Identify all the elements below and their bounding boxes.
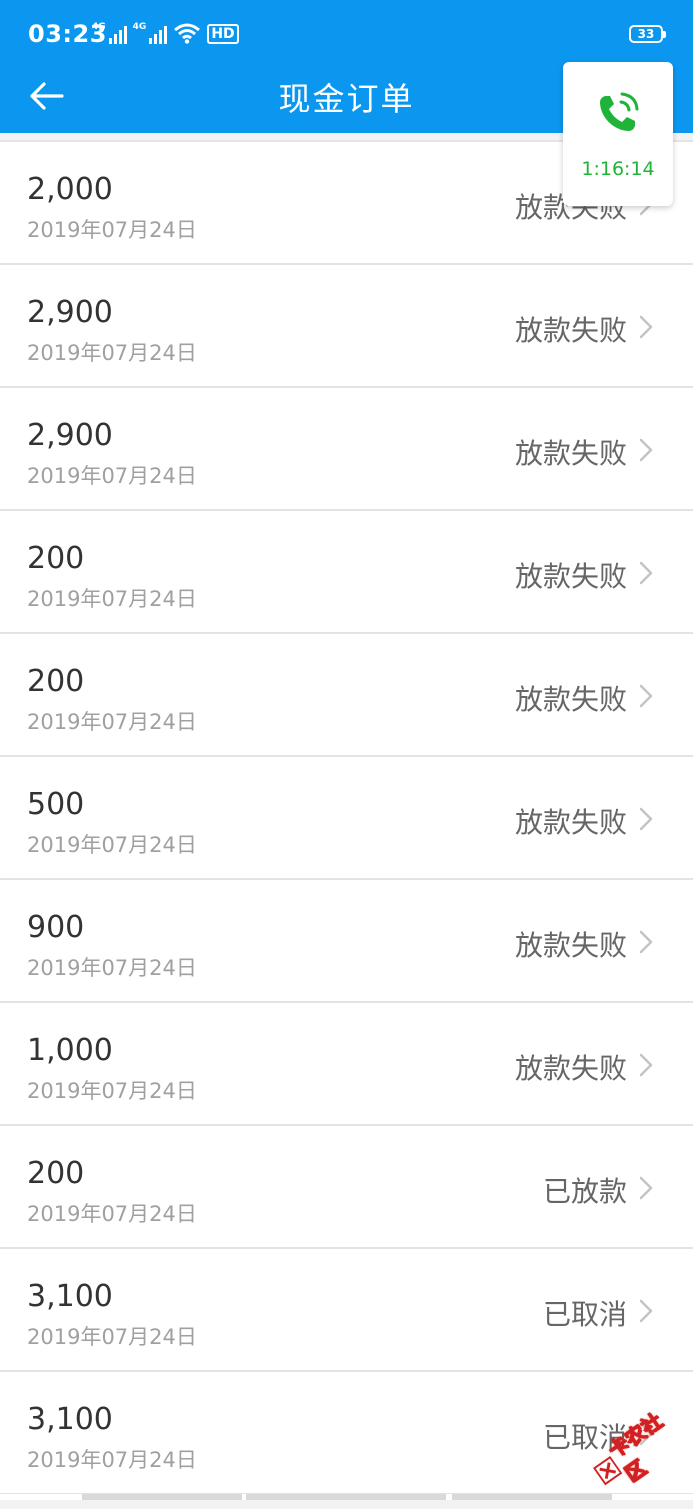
hd-icon: HD [207, 24, 239, 44]
order-date: 2019年07月24日 [27, 1079, 197, 1103]
phone-call-icon [600, 92, 639, 131]
order-row[interactable]: 1,000 2019年07月24日 放款失败 [0, 1003, 693, 1126]
order-row[interactable]: 200 2019年07月24日 放款失败 [0, 634, 693, 757]
order-row[interactable]: 200 2019年07月24日 放款失败 [0, 511, 693, 634]
order-amount: 2,000 [27, 172, 113, 207]
chevron-right-icon [639, 1176, 653, 1200]
order-amount: 3,100 [27, 1279, 113, 1314]
chevron-right-icon [639, 1053, 653, 1077]
chevron-right-icon [639, 1299, 653, 1323]
signal-icon: 4G [133, 22, 168, 44]
order-row[interactable]: 900 2019年07月24日 放款失败 [0, 880, 693, 1003]
chevron-right-icon [639, 315, 653, 339]
order-row[interactable]: 2,900 2019年07月24日 放款失败 [0, 265, 693, 388]
chevron-right-icon [639, 807, 653, 831]
order-status: 放款失败 [514, 560, 627, 593]
order-status: 放款失败 [514, 929, 627, 962]
chevron-right-icon [639, 930, 653, 954]
order-amount: 900 [27, 910, 85, 945]
status-icons: 4G 4G HD [92, 22, 239, 44]
order-status: 放款失败 [514, 806, 627, 839]
order-date: 2019年07月24日 [27, 464, 197, 488]
order-list: 2,000 2019年07月24日 放款失败 2,900 2019年07月24日… [0, 140, 693, 1495]
signal-icon: 4G [92, 22, 127, 44]
chevron-right-icon [639, 438, 653, 462]
order-date: 2019年07月24日 [27, 833, 197, 857]
call-widget[interactable]: 1:16:14 [563, 62, 673, 206]
order-row[interactable]: 500 2019年07月24日 放款失败 [0, 757, 693, 880]
order-status: 放款失败 [514, 683, 627, 716]
order-date: 2019年07月24日 [27, 587, 197, 611]
order-date: 2019年07月24日 [27, 1325, 197, 1349]
order-row[interactable]: 2,900 2019年07月24日 放款失败 [0, 388, 693, 511]
signal-label: 4G [132, 22, 147, 32]
order-row[interactable]: 200 2019年07月24日 已放款 [0, 1126, 693, 1249]
wifi-icon [174, 23, 201, 44]
order-amount: 200 [27, 664, 85, 699]
order-row[interactable]: 3,100 2019年07月24日 已取消 [0, 1249, 693, 1372]
order-amount: 3,100 [27, 1402, 113, 1437]
order-status: 放款失败 [514, 314, 627, 347]
order-date: 2019年07月24日 [27, 1448, 197, 1472]
order-amount: 2,900 [27, 418, 113, 453]
order-date: 2019年07月24日 [27, 218, 197, 242]
chevron-right-icon [639, 561, 653, 585]
order-amount: 1,000 [27, 1033, 113, 1068]
order-amount: 200 [27, 1156, 85, 1191]
chevron-right-icon [639, 684, 653, 708]
signal-label: 4G [92, 22, 106, 32]
battery-icon: 33 [629, 25, 666, 43]
order-status: 已取消 [542, 1298, 627, 1331]
order-amount: 2,900 [27, 295, 113, 330]
order-date: 2019年07月24日 [27, 710, 197, 734]
battery-level: 33 [637, 27, 655, 41]
bottom-strip [0, 1494, 693, 1500]
order-status: 已放款 [542, 1175, 627, 1208]
order-amount: 200 [27, 541, 85, 576]
order-amount: 500 [27, 787, 85, 822]
status-bar: 03:23 4G 4G HD 33 [0, 0, 693, 68]
order-status: 放款失败 [514, 1052, 627, 1085]
order-date: 2019年07月24日 [27, 341, 197, 365]
order-date: 2019年07月24日 [27, 1202, 197, 1226]
order-date: 2019年07月24日 [27, 956, 197, 980]
order-status: 放款失败 [514, 437, 627, 470]
call-timer: 1:16:14 [581, 158, 655, 180]
